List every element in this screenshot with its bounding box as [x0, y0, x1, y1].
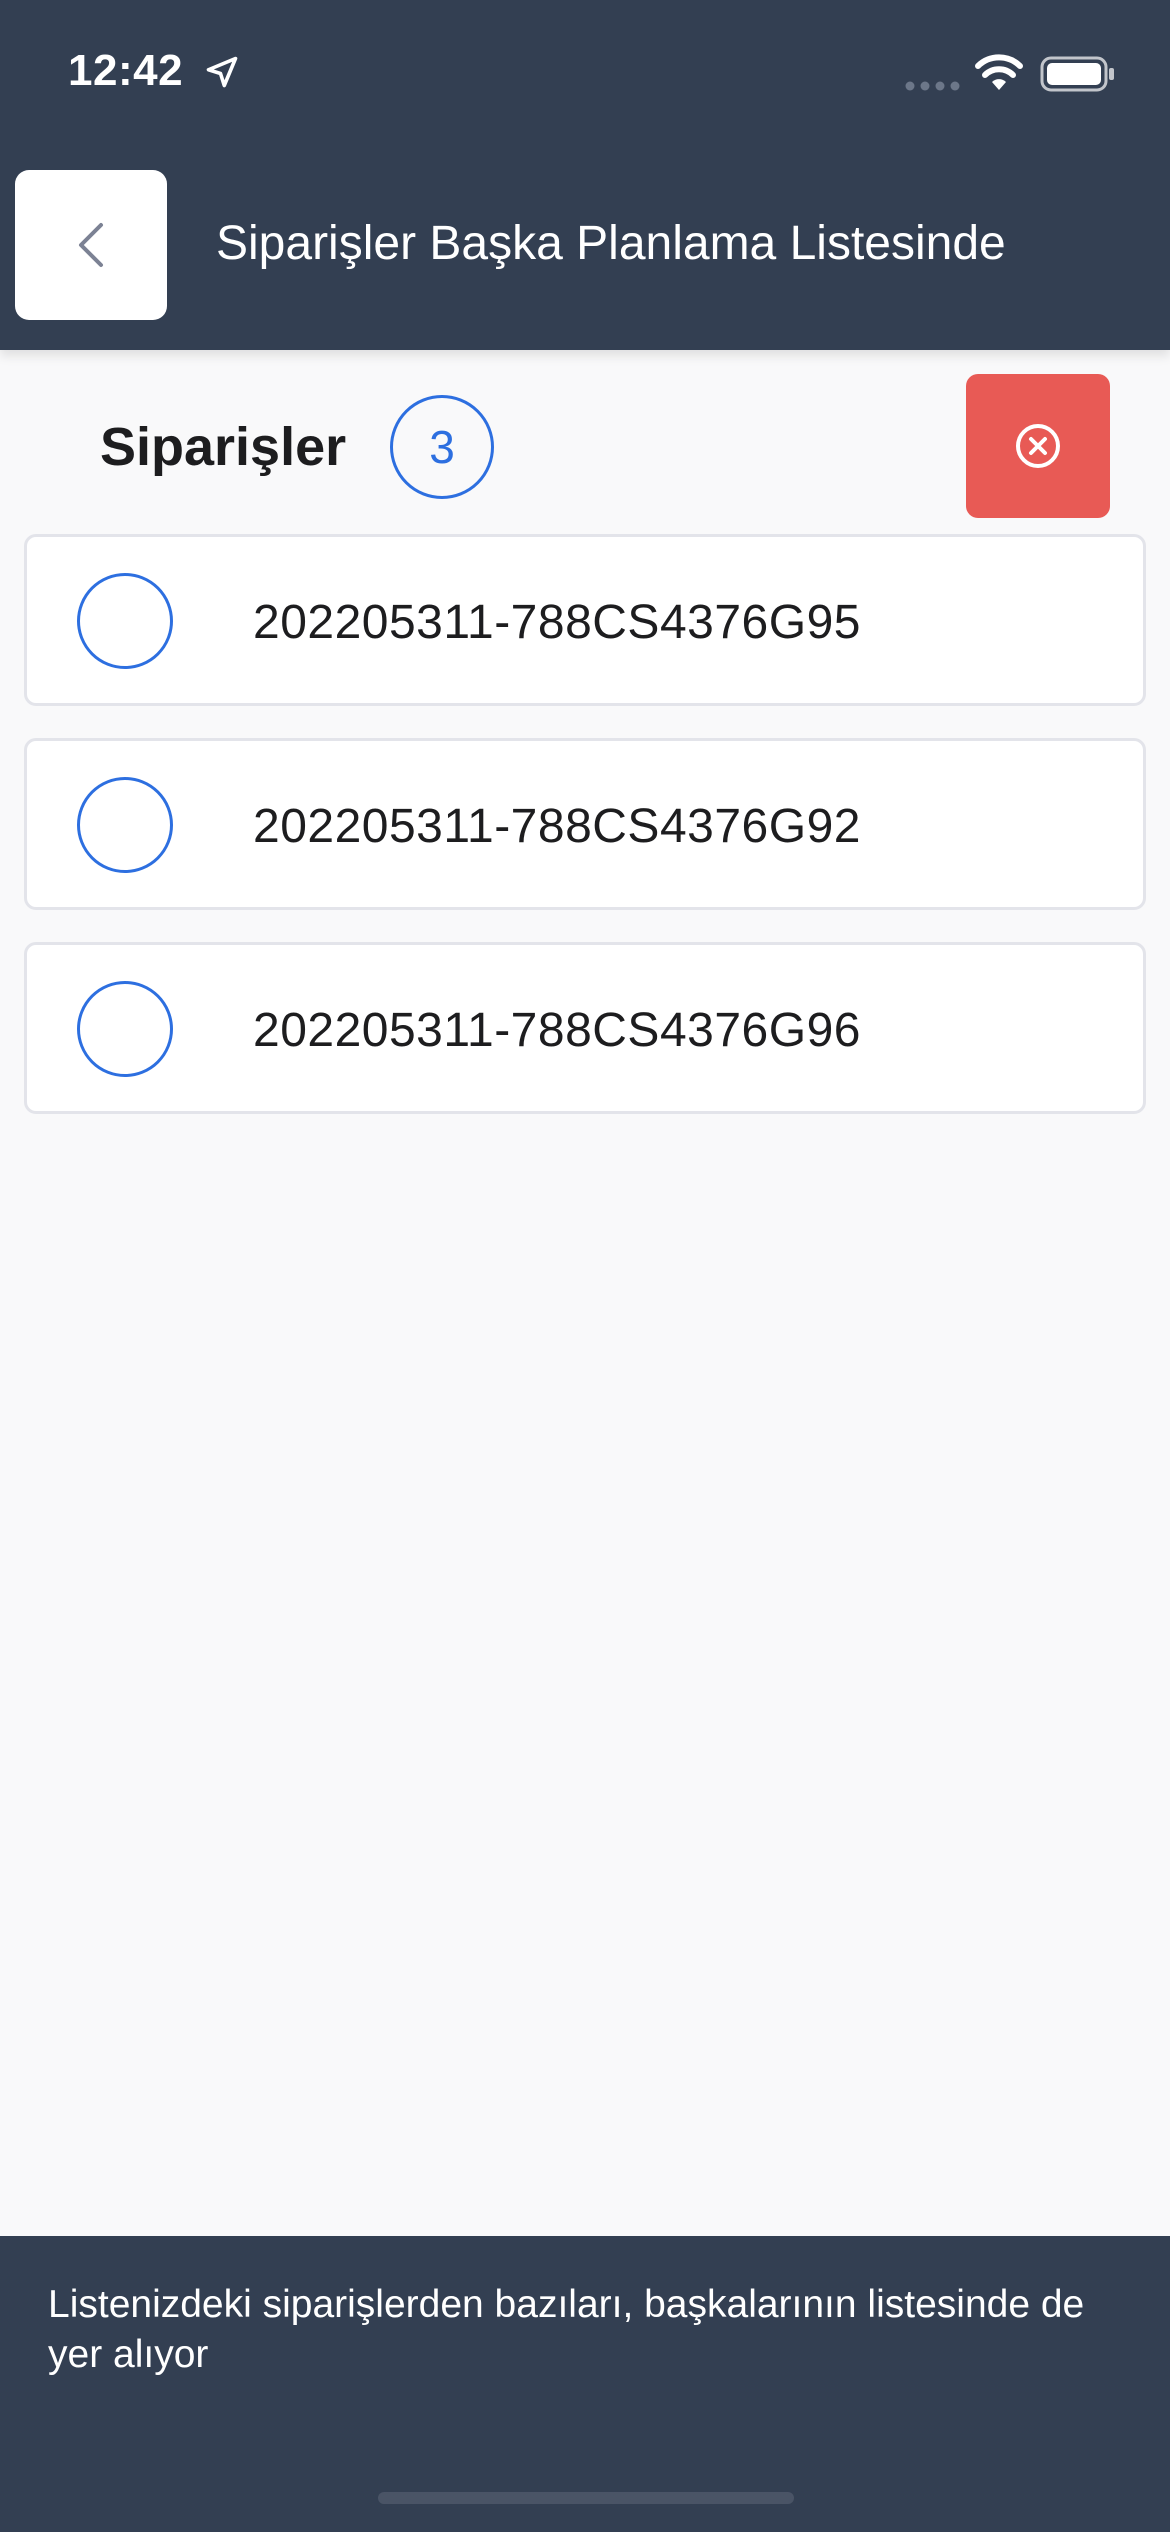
cellular-signal-icon — [905, 81, 960, 91]
status-time: 12:42 — [68, 46, 184, 95]
order-code: 202205311-788CS4376G96 — [253, 1004, 861, 1057]
clear-orders-button[interactable] — [966, 374, 1110, 518]
close-circle-icon — [1016, 424, 1060, 468]
order-code: 202205311-788CS4376G95 — [253, 596, 861, 649]
page-title: Siparişler Başka Planlama Listesinde — [216, 217, 1006, 270]
order-select-radio[interactable] — [77, 981, 173, 1077]
header-bar: 12:42 Siparişler Başka Planlama Listesin… — [0, 0, 1170, 350]
home-indicator[interactable] — [378, 2492, 794, 2504]
order-list-item[interactable]: 202205311-788CS4376G95 — [24, 534, 1146, 706]
footer-banner: Listenizdeki siparişlerden bazıları, baş… — [0, 2236, 1170, 2532]
battery-icon — [1040, 56, 1114, 92]
order-count-badge: 3 — [390, 395, 494, 499]
order-list: 202205311-788CS4376G95 202205311-788CS43… — [24, 534, 1146, 1146]
location-arrow-icon — [206, 56, 238, 88]
back-button[interactable] — [15, 170, 167, 320]
order-list-item[interactable]: 202205311-788CS4376G92 — [24, 738, 1146, 910]
order-select-radio[interactable] — [77, 573, 173, 669]
order-list-item[interactable]: 202205311-788CS4376G96 — [24, 942, 1146, 1114]
footer-message: Listenizdeki siparişlerden bazıları, baş… — [48, 2283, 1085, 2376]
screen: 12:42 Siparişler Başka Planlama Listesin… — [0, 0, 1170, 2532]
orders-section-title: Siparişler — [100, 417, 347, 477]
wifi-icon — [975, 54, 1023, 90]
chevron-left-icon — [79, 223, 103, 267]
order-code: 202205311-788CS4376G92 — [253, 800, 861, 853]
order-select-radio[interactable] — [77, 777, 173, 873]
